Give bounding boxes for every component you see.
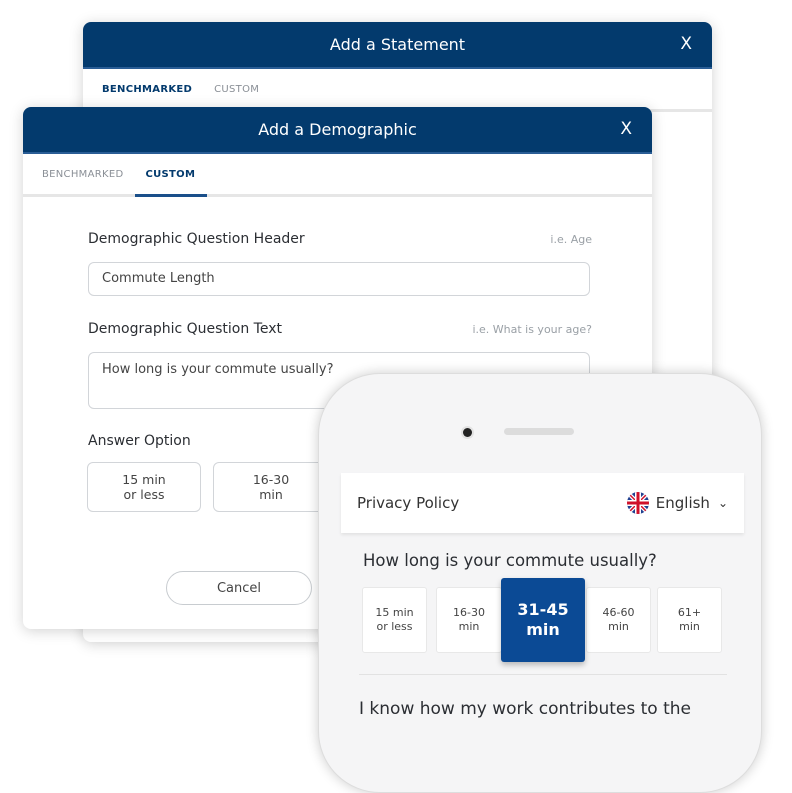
tab-custom[interactable]: CUSTOM — [135, 154, 207, 197]
option-line: 16-30 — [453, 606, 485, 619]
header-hint: i.e. Age — [550, 233, 592, 246]
answer-line: 16-30 — [252, 472, 290, 487]
dialog-header: Add a Statement X — [83, 22, 712, 69]
phone-topbar: Privacy Policy English ⌄ — [341, 473, 744, 533]
tab-bar: BENCHMARKED CUSTOM — [83, 69, 712, 112]
answer-label: Answer Option — [88, 433, 191, 449]
option-line: min — [458, 620, 480, 633]
tab-bar: BENCHMARKED CUSTOM — [23, 154, 652, 197]
option-line: min — [679, 620, 700, 633]
dialog-title: Add a Statement — [329, 35, 466, 54]
phone-option-selected[interactable]: 31-45 min — [501, 578, 585, 662]
divider — [359, 674, 727, 675]
header-label: Demographic Question Header — [88, 231, 305, 247]
phone-option[interactable]: 15 min or less — [362, 587, 427, 653]
language-label: English — [655, 494, 710, 512]
text-label: Demographic Question Text — [88, 321, 282, 337]
tab-custom[interactable]: CUSTOM — [214, 69, 259, 109]
dialog-header: Add a Demographic X — [23, 107, 652, 154]
option-line: 46-60 — [602, 606, 635, 619]
option-line: min — [526, 620, 560, 639]
phone-option[interactable]: 46-60 min — [586, 587, 651, 653]
answer-option[interactable]: 15 min or less — [87, 462, 201, 512]
option-line: 31-45 — [517, 600, 569, 619]
phone-option[interactable]: 61+ min — [657, 587, 722, 653]
language-select[interactable]: English ⌄ — [626, 492, 728, 514]
answer-option[interactable]: 16-30 min — [213, 462, 329, 512]
answer-line: 15 min — [122, 472, 166, 487]
header-input[interactable]: Commute Length — [88, 262, 590, 296]
option-line: or less — [376, 620, 413, 633]
answer-line: min — [259, 487, 283, 502]
tab-benchmarked[interactable]: BENCHMARKED — [102, 69, 192, 109]
privacy-policy-link[interactable]: Privacy Policy — [357, 494, 459, 512]
option-line: 15 min — [375, 606, 414, 619]
text-hint: i.e. What is your age? — [472, 323, 592, 336]
question-text: How long is your commute usually? — [363, 551, 657, 570]
chevron-down-icon: ⌄ — [717, 496, 728, 510]
answer-line: or less — [123, 487, 165, 502]
next-question-text: I know how my work contributes to the — [359, 699, 692, 719]
close-button[interactable]: X — [620, 119, 632, 139]
uk-flag-icon — [626, 492, 649, 514]
option-line: min — [608, 620, 629, 633]
phone-mockup: Privacy Policy English ⌄ How long is you… — [318, 373, 762, 793]
camera-icon — [463, 428, 472, 437]
dialog-title: Add a Demographic — [258, 120, 417, 139]
tab-benchmarked[interactable]: BENCHMARKED — [42, 154, 123, 194]
close-button[interactable]: X — [680, 34, 692, 54]
option-line: 61+ — [677, 606, 702, 619]
phone-option[interactable]: 16-30 min — [436, 587, 502, 653]
speaker-icon — [504, 428, 574, 435]
cancel-button[interactable]: Cancel — [166, 571, 312, 605]
